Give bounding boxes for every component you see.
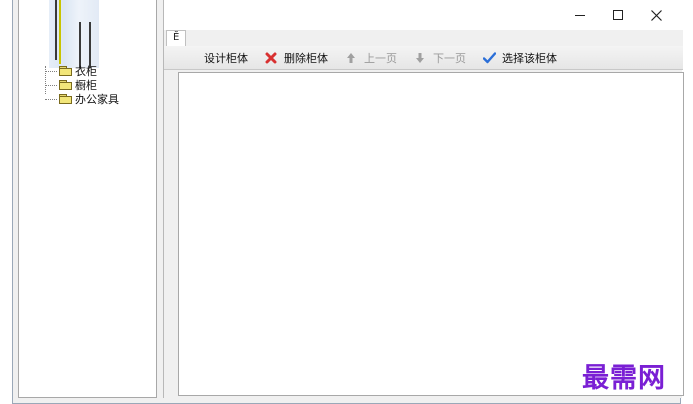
tree-branch-line (45, 70, 57, 72)
child-title-bar (164, 0, 683, 30)
checkmark-icon (482, 51, 496, 65)
design-cabinet-label: 设计柜体 (204, 51, 248, 65)
folder-icon (59, 80, 72, 90)
tab-strip: Ĕ (164, 30, 683, 46)
toolbar: 设计柜体 删除柜体 上一页 下一页 选择该柜体 (164, 46, 683, 70)
next-page-label: 下一页 (433, 51, 466, 65)
delete-x-icon (264, 51, 278, 65)
maximize-button[interactable] (599, 0, 637, 30)
minimize-button[interactable] (561, 0, 599, 30)
tree-item-wardrobe[interactable]: 衣柜 (45, 64, 119, 78)
close-button[interactable] (637, 0, 675, 30)
select-cabinet-button[interactable]: 选择该柜体 (482, 48, 557, 68)
delete-cabinet-button[interactable]: 删除柜体 (264, 48, 328, 68)
minimize-icon (575, 14, 585, 16)
tree-item-cupboard[interactable]: 橱柜 (45, 78, 119, 92)
tree-item-office-furniture[interactable]: 办公家具 (45, 92, 119, 106)
select-cabinet-label: 选择该柜体 (502, 51, 557, 65)
tree-branch-line (45, 84, 57, 86)
cabinet-content-area (178, 72, 684, 396)
folder-icon (59, 94, 72, 104)
design-cabinet-button[interactable]: 设计柜体 (204, 48, 248, 68)
cabinet-child-window: Ĕ 设计柜体 删除柜体 上一页 下一页 选择该柜体 (163, 0, 684, 398)
arrow-down-icon (413, 51, 427, 65)
maximize-icon (613, 10, 623, 20)
prev-page-button[interactable]: 上一页 (344, 48, 397, 68)
main-window: 衣柜 橱柜 办公家具 Ĕ 设计柜体 删除柜体 上一页 下一页 选择该柜体 (12, 0, 684, 404)
folder-icon (59, 66, 72, 76)
close-icon (650, 9, 662, 21)
prev-page-label: 上一页 (364, 51, 397, 65)
tree-item-label: 办公家具 (75, 93, 119, 106)
delete-cabinet-label: 删除柜体 (284, 51, 328, 65)
next-page-button[interactable]: 下一页 (413, 48, 466, 68)
tree-branch-line (45, 98, 57, 100)
tab-active[interactable]: Ĕ (166, 30, 186, 46)
tree-list: 衣柜 橱柜 办公家具 (45, 64, 119, 106)
category-tree-panel: 衣柜 橱柜 办公家具 (18, 0, 157, 398)
watermark-logo: 最需网 (582, 363, 666, 394)
arrow-up-icon (344, 51, 358, 65)
tree-rendering-artifact (49, 0, 99, 68)
